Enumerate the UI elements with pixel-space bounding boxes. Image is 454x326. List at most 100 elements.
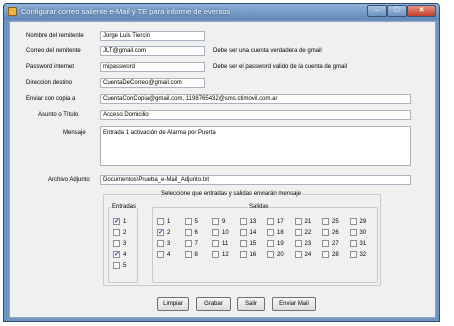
checkbox-box[interactable] bbox=[212, 229, 219, 236]
checkbox-box[interactable] bbox=[349, 251, 357, 258]
grabar-button[interactable]: Grabar bbox=[196, 297, 231, 311]
form-panel: Nombre del remitente Jorge Luis Tiercin … bbox=[9, 21, 436, 318]
checkbox-label: 5 bbox=[194, 219, 198, 225]
checkbox-box[interactable] bbox=[322, 218, 329, 225]
checkbox-box[interactable] bbox=[157, 240, 164, 247]
app-window: Configurar correo saliente e-Mail y TE p… bbox=[3, 3, 440, 322]
checkbox-label: 27 bbox=[332, 241, 339, 247]
salir-button[interactable]: Salir bbox=[237, 297, 265, 311]
selection-group: Seleccione que entradas y salidas enviar… bbox=[103, 191, 381, 286]
checkbox-box[interactable]: ✓ bbox=[157, 229, 164, 236]
minimize-button[interactable]: ‒ bbox=[367, 5, 387, 17]
checkbox-box[interactable] bbox=[113, 229, 120, 236]
checkbox-box[interactable]: ✓ bbox=[113, 218, 120, 225]
checkbox-box[interactable] bbox=[212, 251, 219, 258]
checkbox-box[interactable] bbox=[267, 229, 274, 236]
checkbox-label: 1 bbox=[167, 219, 171, 225]
checkbox-label: 22 bbox=[304, 230, 312, 236]
checkbox-label: 5 bbox=[123, 263, 127, 269]
checkbox-box[interactable] bbox=[349, 240, 357, 247]
checkbox-label: 26 bbox=[332, 230, 339, 236]
checkbox-label: 4 bbox=[167, 252, 171, 258]
checkbox-label: 8 bbox=[194, 252, 198, 258]
selection-title: Seleccione que entradas y salidas enviar… bbox=[160, 191, 303, 197]
checkbox-label: 6 bbox=[194, 230, 198, 236]
copia-field[interactable]: CuentaConCopia@gmail.com, 1198765432@sms… bbox=[100, 94, 411, 104]
checkbox-label: 3 bbox=[123, 241, 127, 247]
maximize-button[interactable]: □ bbox=[387, 5, 407, 17]
remitente-label: Nombre del remitente bbox=[26, 33, 84, 39]
checkbox-box[interactable] bbox=[212, 218, 219, 225]
checkbox-label: 21 bbox=[304, 219, 312, 225]
password-hint: Debe ser el password valido de la cuenta… bbox=[213, 64, 348, 70]
checkbox-box[interactable] bbox=[267, 240, 274, 247]
checkbox-label: 2 bbox=[123, 230, 127, 236]
checkbox-box[interactable] bbox=[267, 218, 274, 225]
checkbox-label: 23 bbox=[304, 241, 312, 247]
checkbox-box[interactable] bbox=[322, 251, 329, 258]
app-icon bbox=[8, 7, 17, 16]
asunto-field[interactable]: Acceso Domicilio bbox=[100, 110, 411, 120]
checkbox-box[interactable] bbox=[294, 251, 302, 258]
checkbox-box[interactable] bbox=[349, 218, 357, 225]
checkbox-box[interactable] bbox=[157, 218, 164, 225]
checkbox-label: 16 bbox=[249, 252, 257, 258]
checkbox-box[interactable] bbox=[157, 251, 164, 258]
checkbox-box[interactable] bbox=[294, 240, 302, 247]
checkbox-box[interactable] bbox=[239, 251, 247, 258]
checkbox-label: 1 bbox=[123, 219, 127, 225]
maximize-icon: □ bbox=[394, 7, 400, 14]
checkbox-label: 3 bbox=[167, 241, 171, 247]
checkbox-label: 24 bbox=[304, 252, 312, 258]
checkbox-box[interactable] bbox=[184, 229, 192, 236]
checkbox-label: 9 bbox=[222, 219, 226, 225]
checkbox-label: 28 bbox=[332, 252, 339, 258]
checkbox-box[interactable] bbox=[184, 251, 192, 258]
checkbox-label: 18 bbox=[277, 230, 284, 236]
limpiar-button[interactable]: Limpiar bbox=[157, 297, 189, 311]
checkbox-box[interactable]: ✓ bbox=[113, 251, 120, 258]
checkbox-box[interactable] bbox=[322, 229, 329, 236]
checkbox-box[interactable] bbox=[113, 262, 120, 269]
adjunto-field[interactable]: Documentos\Prueba_e-Mail_Adjunto.txt bbox=[100, 175, 411, 185]
checkbox-label: 17 bbox=[277, 219, 284, 225]
copia-label: Enviar con copia a bbox=[26, 96, 76, 102]
checkbox-label: 11 bbox=[222, 241, 229, 247]
checkbox-box[interactable] bbox=[239, 218, 247, 225]
checkbox-label: 29 bbox=[359, 219, 367, 225]
checkbox-box[interactable] bbox=[184, 218, 192, 225]
entradas-label: Entradas bbox=[111, 204, 138, 210]
correo-field[interactable]: JLT@gmail.com bbox=[100, 46, 205, 56]
checkbox-box[interactable] bbox=[184, 240, 192, 247]
checkbox-label: 31 bbox=[359, 241, 367, 247]
checkbox-box[interactable] bbox=[113, 240, 120, 247]
checkbox-box[interactable] bbox=[322, 240, 329, 247]
checkbox-label: 4 bbox=[123, 252, 127, 258]
mensaje-label: Mensaje bbox=[63, 130, 86, 136]
checkbox-box[interactable] bbox=[212, 240, 219, 247]
correo-label: Correo del remitente bbox=[26, 48, 81, 54]
checkbox-box[interactable] bbox=[239, 240, 247, 247]
checkbox-label: 13 bbox=[249, 219, 257, 225]
adjunto-label: Archivo Adjunto bbox=[48, 177, 90, 183]
password-field[interactable]: mipassword bbox=[100, 62, 205, 72]
correo-hint: Debe ser una cuenta verdadera de gmail bbox=[213, 48, 322, 54]
destino-field[interactable]: CuentaDeCorreo@gmail.com bbox=[100, 78, 205, 88]
checkbox-box[interactable] bbox=[294, 229, 302, 236]
checkbox-box[interactable] bbox=[239, 229, 247, 236]
remitente-field[interactable]: Jorge Luis Tiercin bbox=[100, 31, 205, 41]
checkbox-box[interactable] bbox=[349, 229, 357, 236]
window-title: Configurar correo saliente e-Mail y TE p… bbox=[21, 7, 231, 16]
destino-label: Direccion destino bbox=[26, 80, 73, 86]
enviar-button[interactable]: Enviar Mail bbox=[272, 297, 316, 311]
salidas-group: Salidas 1 ✓ 2 3 4 5 6 7 8 9 10 11 12 13 14 15 16 17 18 19 20… bbox=[152, 204, 378, 283]
checkbox-box[interactable] bbox=[267, 251, 274, 258]
checkbox-label: 20 bbox=[277, 252, 284, 258]
mensaje-textarea[interactable]: Entrada 1 activación de Alarma por Puert… bbox=[100, 126, 411, 166]
checkbox-label: 12 bbox=[222, 252, 229, 258]
checkbox-label: 32 bbox=[359, 252, 367, 258]
title-bar[interactable]: Configurar correo saliente e-Mail y TE p… bbox=[4, 4, 439, 20]
close-button[interactable]: ✕ bbox=[407, 5, 436, 17]
checkbox-box[interactable] bbox=[294, 218, 302, 225]
asunto-label: Asunto o Título bbox=[38, 112, 79, 118]
